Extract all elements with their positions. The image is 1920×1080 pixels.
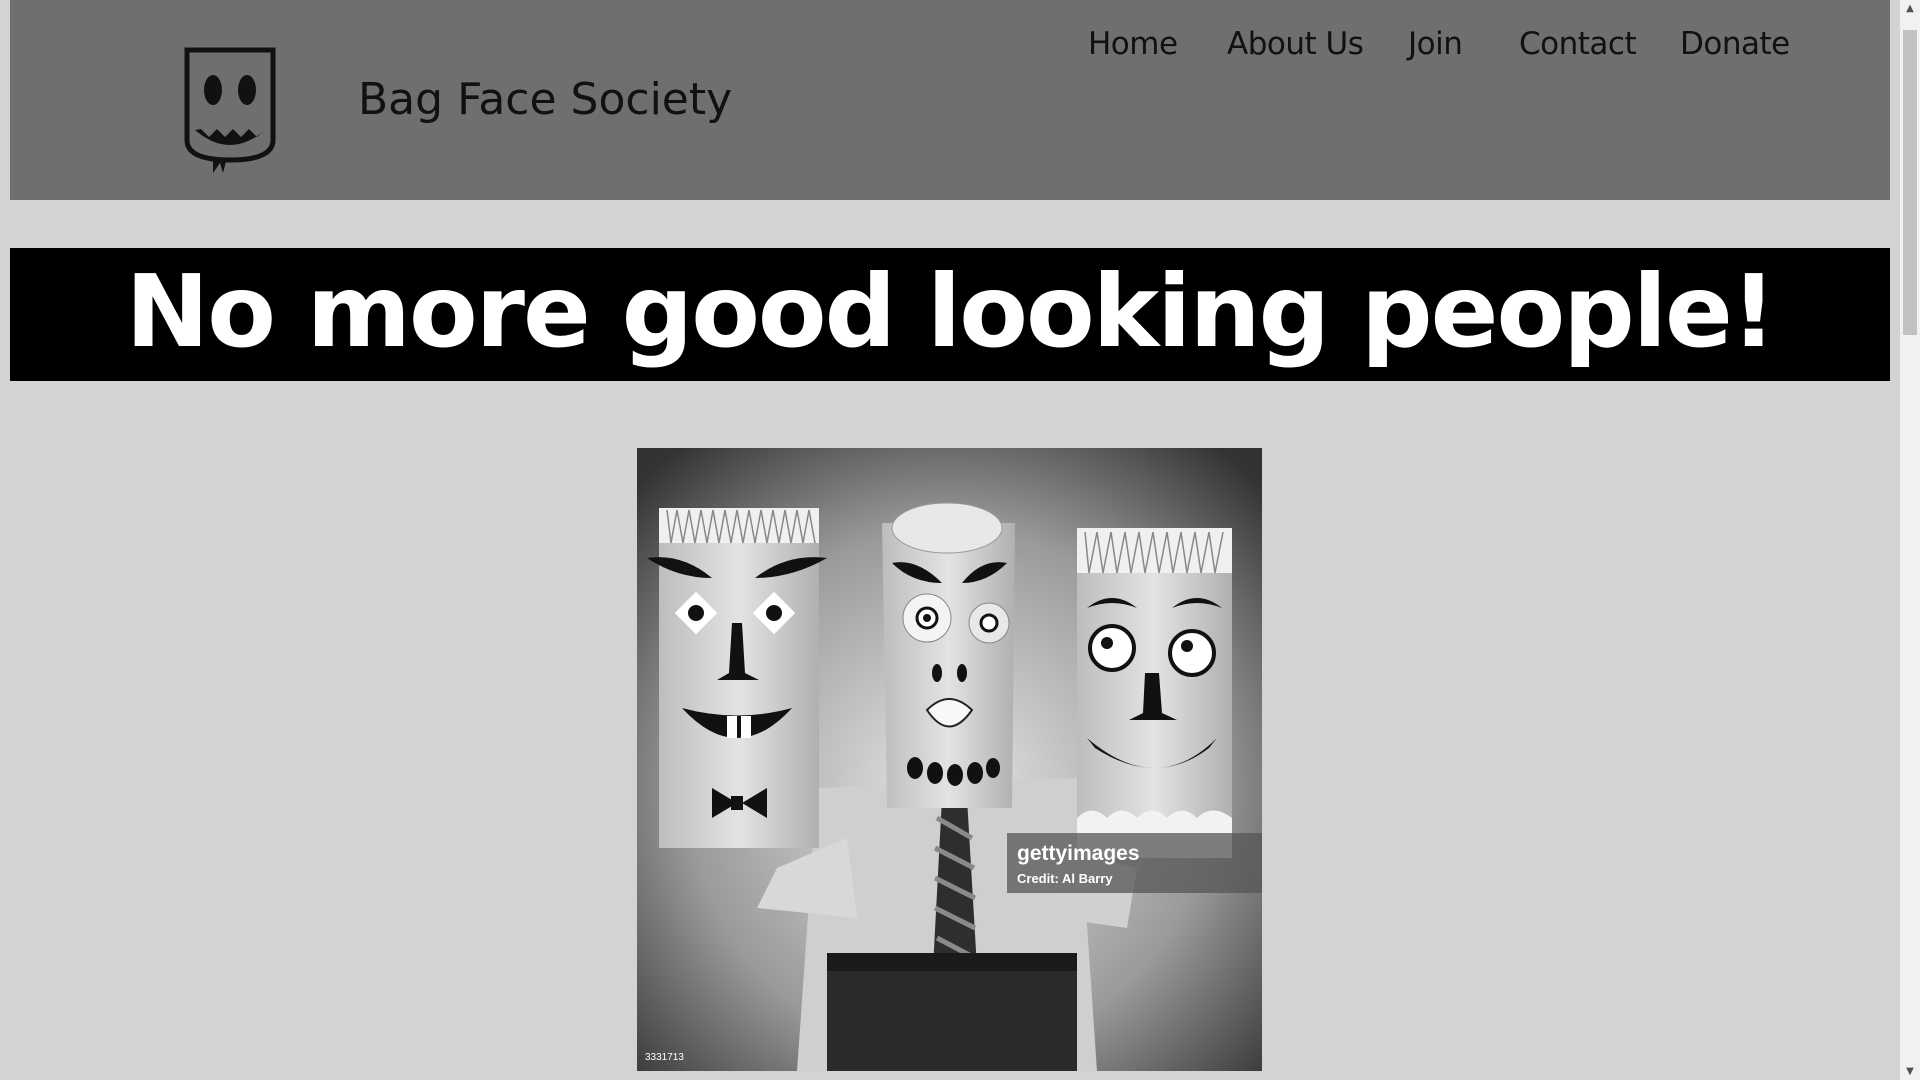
- site-title[interactable]: Bag Face Society: [358, 74, 732, 125]
- nav-home-link[interactable]: Home: [1088, 26, 1178, 62]
- scroll-down-arrow-icon[interactable]: ▼: [1900, 1063, 1920, 1080]
- nav-join-link[interactable]: Join: [1408, 26, 1463, 62]
- main-nav: Home About Us Join Contact Donate: [10, 26, 1890, 70]
- nav-contact-link[interactable]: Contact: [1519, 26, 1637, 62]
- site-header: Bag Face Society Home About Us Join Cont…: [10, 0, 1890, 200]
- headline-text: No more good looking people!: [125, 253, 1777, 370]
- bag-masks-photo: gettyimages Credit: Al Barry 3331713: [637, 448, 1262, 1071]
- headline-banner: No more good looking people!: [10, 248, 1890, 381]
- scrollbar-thumb[interactable]: [1903, 30, 1917, 335]
- scroll-up-arrow-icon[interactable]: ▲: [1900, 0, 1920, 17]
- watermark-brand-text: gettyimages: [1017, 842, 1140, 865]
- nav-about-us-link[interactable]: About Us: [1227, 26, 1364, 62]
- watermark-credit-text: Credit: Al Barry: [1017, 871, 1113, 886]
- nav-donate-link[interactable]: Donate: [1680, 26, 1790, 62]
- vertical-scrollbar[interactable]: ▲ ▼: [1900, 0, 1920, 1080]
- image-number-text: 3331713: [645, 1052, 684, 1063]
